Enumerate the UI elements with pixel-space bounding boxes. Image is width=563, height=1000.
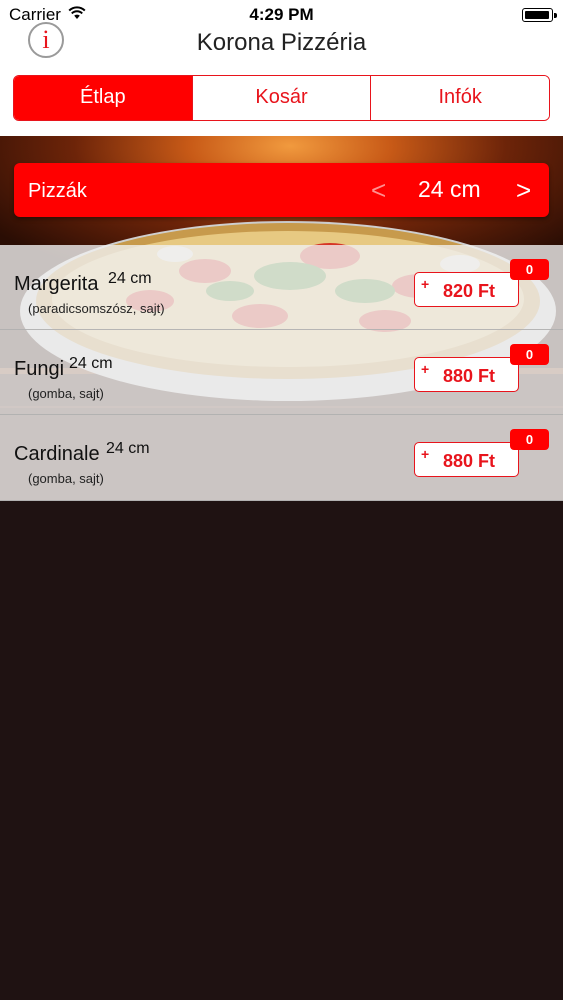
category-selector: Pizzák < 24 cm > — [14, 163, 549, 217]
count-badge: 0 — [510, 344, 549, 365]
prev-size-button[interactable]: < — [371, 175, 386, 206]
category-label: Pizzák — [28, 180, 87, 202]
item-size: 24 cm — [106, 440, 150, 457]
item-size: 24 cm — [69, 355, 113, 372]
price-label: 880 Ft — [442, 366, 496, 386]
item-name: Margerita — [14, 273, 99, 295]
item-description: (paradicsomszósz, sajt) — [28, 301, 165, 316]
item-description: (gomba, sajt) — [28, 386, 104, 401]
item-size: 24 cm — [108, 270, 152, 287]
add-to-cart-button[interactable]: + 880 Ft — [414, 357, 519, 392]
price-label: 820 Ft — [442, 281, 496, 301]
battery-icon — [522, 8, 557, 22]
item-name: Fungi — [14, 358, 65, 380]
top-header: Carrier 4:29 PM i Korona Pizzéria Étlap … — [0, 0, 563, 136]
menu-item-row: Cardinale 24 cm (gomba, sajt) + 880 Ft 0 — [0, 415, 563, 501]
segmented-tabs: Étlap Kosár Infók — [13, 75, 550, 121]
item-description: (gomba, sajt) — [28, 471, 104, 486]
menu-item-row: Fungi 24 cm (gomba, sajt) + 880 Ft 0 — [0, 330, 563, 415]
menu-list: Margerita 24 cm (paradicsomszósz, sajt) … — [0, 245, 563, 501]
count-badge: 0 — [510, 429, 549, 450]
size-label: 24 cm — [418, 176, 481, 202]
tab-etlap[interactable]: Étlap — [14, 76, 193, 120]
price-label: 880 Ft — [442, 451, 496, 471]
tab-kosar[interactable]: Kosár — [192, 76, 372, 120]
add-to-cart-button[interactable]: + 820 Ft — [414, 272, 519, 307]
clock-label: 4:29 PM — [249, 5, 314, 24]
count-badge: 0 — [510, 259, 549, 280]
next-size-button[interactable]: > — [516, 175, 531, 206]
add-to-cart-button[interactable]: + 880 Ft — [414, 442, 519, 477]
app-title: Korona Pizzéria — [196, 29, 367, 56]
tab-infok[interactable]: Infók — [371, 76, 549, 120]
status-bar: Carrier 4:29 PM — [0, 0, 563, 30]
item-name: Cardinale — [14, 443, 100, 465]
menu-item-row: Margerita 24 cm (paradicsomszósz, sajt) … — [0, 245, 563, 330]
